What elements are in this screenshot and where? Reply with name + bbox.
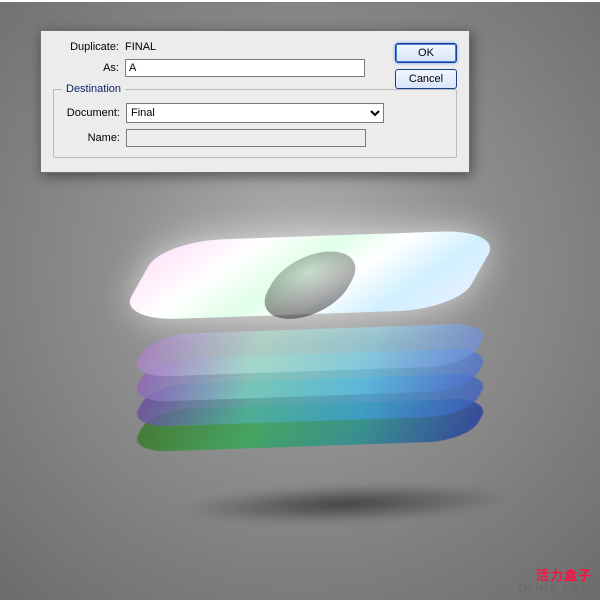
duplicate-label: Duplicate: — [53, 41, 125, 53]
name-label: Name: — [62, 132, 126, 144]
canvas-background: Duplicate: FINAL As: Destination Documen… — [0, 0, 600, 600]
as-label: As: — [53, 62, 125, 74]
top-hairline — [0, 0, 600, 2]
destination-legend: Destination — [62, 83, 125, 95]
document-label: Document: — [62, 107, 126, 119]
destination-group: Destination Document: Final Name: — [53, 83, 457, 158]
watermark-line2: OLiHE.COM — [518, 583, 592, 594]
ok-button[interactable]: OK — [395, 43, 457, 63]
watermark-line1: 活力盒子 — [536, 568, 592, 583]
artwork-3d-shape — [140, 144, 490, 496]
duplicate-layer-dialog: Duplicate: FINAL As: Destination Documen… — [40, 30, 470, 173]
name-input — [126, 129, 366, 147]
cancel-button[interactable]: Cancel — [395, 69, 457, 89]
duplicate-value: FINAL — [125, 41, 156, 53]
document-select[interactable]: Final — [126, 103, 384, 123]
watermark: 活力盒子 OLiHE.COM — [518, 569, 592, 594]
as-input[interactable] — [125, 59, 365, 77]
